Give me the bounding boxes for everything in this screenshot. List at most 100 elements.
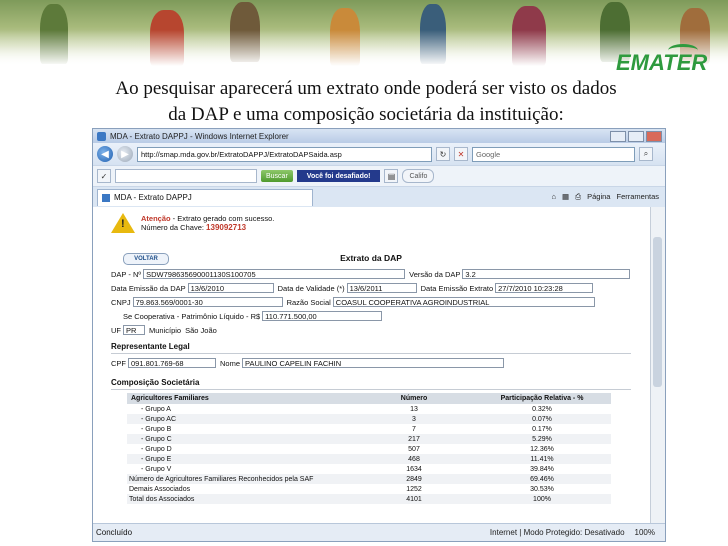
search-icon[interactable]: ⌕ [639, 147, 653, 161]
forward-button[interactable]: ▶ [117, 146, 133, 162]
razao-label: Razão Social [286, 297, 331, 307]
logo-text: EMATER [616, 50, 708, 75]
alert-key-label: Número da Chave: [141, 223, 207, 232]
row-label: - Grupo V [141, 465, 172, 473]
row-percent: 69.46% [473, 474, 611, 484]
alert-title: Atenção [141, 214, 171, 223]
column-header: Participação Relativa - % [473, 393, 611, 404]
radio-player[interactable]: Califo [402, 169, 435, 183]
municipio-field: São João [183, 325, 294, 335]
scroll-thumb[interactable] [653, 237, 662, 387]
back-button[interactable]: ◀ [97, 146, 113, 162]
table-row: - Grupo D 507 12.36% [127, 444, 611, 454]
row-label: Demais Associados [129, 485, 191, 493]
caption-line-1: Ao pesquisar aparecerá um extrato onde p… [115, 78, 617, 99]
row-number: 7 [412, 425, 416, 433]
table-row: - Grupo B 7 0.17% [127, 424, 611, 434]
validade-label: Data de Validade (*) [277, 283, 345, 293]
page-content: ! Atenção - Extrato gerado com sucesso. … [93, 207, 649, 523]
status-bar: Concluído Internet | Modo Protegido: Des… [93, 523, 665, 541]
warning-icon: ! [111, 213, 135, 233]
row-number: 4101 [355, 494, 473, 504]
alert-message: - Extrato gerado com sucesso. [170, 214, 275, 223]
row-percent: 0.07% [473, 414, 611, 424]
row-number: 3 [355, 414, 473, 424]
row-number: 1634 [406, 465, 422, 473]
row-percent: 0.17% [532, 425, 552, 433]
row-percent: 0.32% [532, 405, 552, 413]
divider [111, 389, 631, 390]
nome-field: PAULINO CAPELIN FACHIN [242, 358, 505, 368]
versao-field: 3.2 [462, 269, 631, 279]
page-favicon-icon [102, 193, 110, 202]
cnpj-field: 79.863.569/0001-30 [132, 297, 283, 307]
row-label: - Grupo E [127, 454, 355, 464]
uf-field: PR [123, 325, 145, 335]
cnpj-label: CNPJ [111, 297, 131, 307]
comp-heading: Composição Societária [111, 378, 200, 387]
stop-icon[interactable]: ✕ [454, 147, 468, 161]
maximize-icon[interactable] [628, 130, 644, 142]
address-bar: ◀ ▶ http://smap.mda.gov.br/ExtratoDAPPJ/… [93, 143, 665, 165]
municipio-label: Município [149, 325, 182, 335]
page-heading: Extrato da DAP [340, 253, 402, 263]
alert-key-value: 139092713 [206, 223, 247, 232]
success-alert: ! Atenção - Extrato gerado com sucesso. … [111, 213, 274, 233]
toolbar-logo-icon[interactable]: ✓ [97, 169, 111, 183]
toolbar-search-field[interactable] [115, 169, 257, 183]
table-row: Número de Agricultores Familiares Reconh… [127, 474, 611, 484]
toolbar-search-button[interactable]: Buscar [261, 170, 293, 182]
tab-bar: MDA - Extrato DAPPJ ⌂ ▦ ⎙ Página Ferrame… [93, 186, 665, 207]
command-bar: ⌂ ▦ ⎙ Página Ferramentas [552, 192, 660, 202]
razao-field: COASUL COOPERATIVA AGROINDUSTRIAL [332, 297, 595, 307]
ie-icon [97, 131, 106, 141]
print-icon[interactable]: ⎙ [575, 192, 581, 202]
uf-label: UF [111, 325, 121, 335]
validade-field: 13/6/2011 [346, 283, 417, 293]
table-row: - Grupo AC 3 0.07% [127, 414, 611, 424]
emater-logo: EMATER [616, 44, 724, 78]
table-row: - Grupo C 217 5.29% [127, 434, 611, 444]
folder-icon[interactable]: ▤ [384, 169, 399, 183]
row-label: - Grupo C [127, 434, 355, 444]
vertical-scrollbar[interactable] [650, 207, 665, 523]
url-input[interactable]: http://smap.mda.gov.br/ExtratoDAPPJ/Extr… [137, 146, 432, 162]
dap-field: SDW798635690001130S100705 [143, 269, 406, 279]
row-number: 507 [408, 445, 420, 453]
zoom-level[interactable]: 100% [635, 528, 655, 537]
row-label: - Grupo A [141, 405, 171, 413]
table-row: - Grupo E 468 11.41% [127, 454, 611, 464]
tools-menu[interactable]: Ferramentas [616, 192, 659, 202]
row-number: 13 [410, 405, 418, 413]
table-row: - Grupo V 1634 39.84% [127, 464, 611, 474]
row-label: Número de Agricultores Familiares Reconh… [127, 474, 355, 484]
challenge-banner[interactable]: Você foi desafiado! [296, 170, 381, 182]
patrimonio-field: 110.771.500,00 [262, 311, 383, 321]
dap-label: DAP - Nº [111, 269, 142, 279]
column-header: Número [355, 393, 473, 404]
nome-label: Nome [220, 358, 241, 368]
cpf-label: CPF [111, 358, 126, 368]
table-row: Total dos Associados 4101 100% [127, 494, 611, 504]
addon-toolbar: ✓ Buscar Você foi desafiado! ▤ Califo [93, 165, 665, 186]
emissao-label: Data Emissão da DAP [111, 283, 186, 293]
home-icon[interactable]: ⌂ [552, 192, 557, 202]
table-row: - Grupo A 13 0.32% [127, 404, 611, 414]
search-input[interactable]: Google [472, 146, 635, 162]
feeds-icon[interactable]: ▦ [562, 192, 569, 202]
status-text: Concluído [96, 528, 133, 537]
table-header-row: Agricultores Familiares Número Participa… [127, 393, 611, 404]
close-icon[interactable] [646, 130, 662, 142]
minimize-icon[interactable] [610, 130, 626, 142]
tab-mda-extrato[interactable]: MDA - Extrato DAPPJ [97, 188, 313, 206]
title-bar: MDA - Extrato DAPPJ - Windows Internet E… [93, 129, 665, 143]
row-number: 1252 [406, 485, 422, 493]
divider [111, 353, 631, 354]
refresh-icon[interactable]: ↻ [436, 147, 450, 161]
page-menu[interactable]: Página [587, 192, 610, 202]
row-label: - Grupo D [141, 445, 172, 453]
row-percent: 30.53% [530, 485, 554, 493]
row-label: Total dos Associados [127, 494, 355, 504]
table-row: Demais Associados 1252 30.53% [127, 484, 611, 494]
cpf-field: 091.801.769-68 [128, 358, 216, 368]
